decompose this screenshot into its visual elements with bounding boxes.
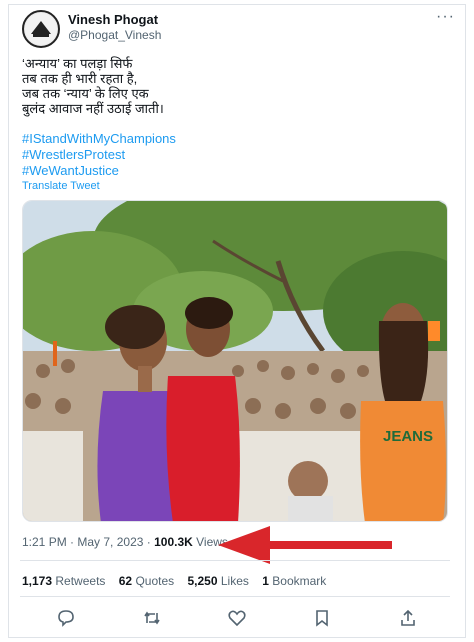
tweet-line: बुलंद आवाज नहीं उठाई जाती। [22,101,164,116]
retweets-count: 1,173 [22,574,53,588]
engagement-stats: 1,173 Retweets 62 Quotes 5,250 Likes 1 B… [22,574,336,588]
retweets-stat[interactable]: 1,173 Retweets [22,574,105,588]
author-name[interactable]: Vinesh Phogat [68,12,158,27]
more-icon[interactable]: ··· [436,8,455,26]
retweet-icon[interactable] [142,608,164,630]
translate-tweet-link[interactable]: Translate Tweet [22,180,100,192]
shirt-print: JEANS [383,428,433,445]
bookmarks-count: 1 [262,574,269,588]
hashtag-link[interactable]: #WrestlersProtest [22,147,176,163]
avatar[interactable] [22,10,60,48]
like-icon[interactable] [227,608,249,630]
views-count: 100.3K [154,535,193,549]
share-icon[interactable] [398,608,420,630]
tweet-text: ‘अन्याय’ का पलड़ा सिर्फ तब तक ही भारी रह… [22,56,322,116]
bookmarks-stat[interactable]: 1 Bookmark [262,574,326,588]
tweet-line: जब तक ‘न्याय’ के लिए एक [22,86,149,101]
retweets-label: Retweets [55,574,106,588]
tweet-date[interactable]: May 7, 2023 [77,535,143,549]
red-arrow-annotation [218,526,398,571]
tweet-photo[interactable]: JEANS [22,200,448,522]
meta-separator: · [66,535,78,549]
quotes-stat[interactable]: 62 Quotes [119,574,174,588]
reply-icon[interactable] [56,608,78,630]
hashtag-list: #IStandWithMyChampions #WrestlersProtest… [22,131,176,179]
hashtag-link[interactable]: #WeWantJustice [22,163,176,179]
tweet-line: तब तक ही भारी रहता है, [22,71,138,86]
hashtag-link[interactable]: #IStandWithMyChampions [22,131,176,147]
likes-count: 5,250 [187,574,218,588]
action-bar [22,608,442,632]
divider [20,596,450,597]
meta-separator: · [143,535,155,549]
tweet-time[interactable]: 1:21 PM [22,535,67,549]
bookmarks-label: Bookmark [272,574,327,588]
likes-stat[interactable]: 5,250 Likes [188,574,249,588]
likes-label: Likes [220,574,249,588]
quotes-label: Quotes [135,574,175,588]
divider [20,560,450,561]
tweet-line: ‘अन्याय’ का पलड़ा सिर्फ [22,56,133,71]
tweet-meta: 1:21 PM · May 7, 2023 · 100.3K Views [22,535,228,549]
bookmark-icon[interactable] [312,608,334,630]
quotes-count: 62 [118,574,133,588]
author-handle[interactable]: @Phogat_Vinesh [68,28,161,42]
